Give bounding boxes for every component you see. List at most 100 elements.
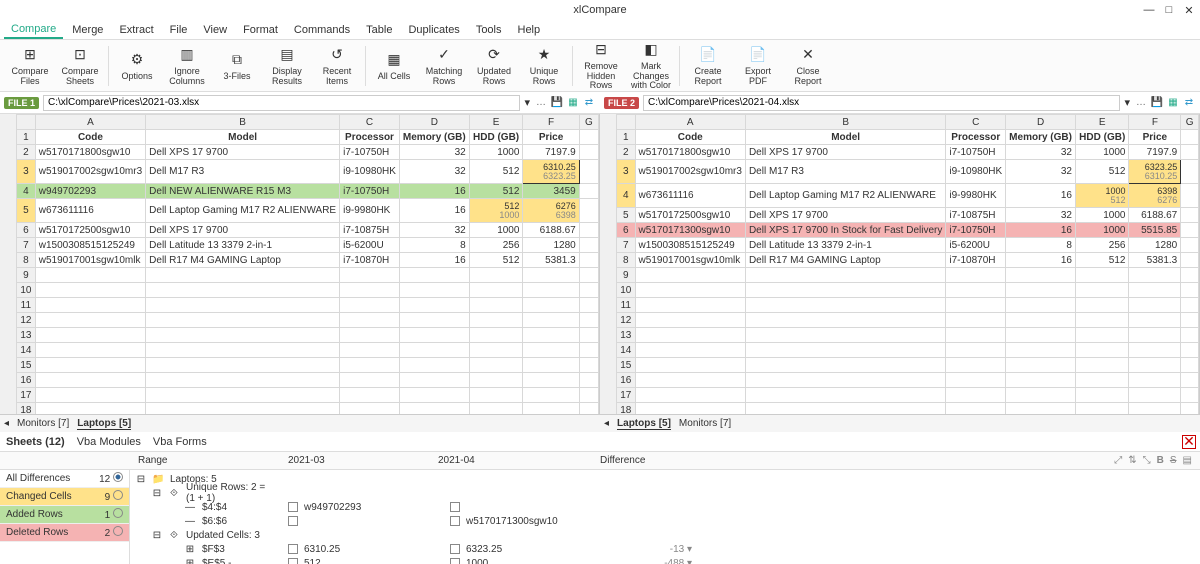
grid-cell[interactable]: w5170171800sgw10 bbox=[635, 145, 745, 160]
bottom-tab[interactable]: Vba Modules bbox=[77, 436, 141, 448]
row-header[interactable]: 4 bbox=[617, 184, 636, 208]
grid-cell[interactable] bbox=[1129, 343, 1181, 358]
row-header[interactable]: 17 bbox=[17, 388, 36, 403]
dropdown-icon[interactable]: ▾ bbox=[524, 96, 530, 109]
grid-cell[interactable] bbox=[579, 388, 598, 403]
grid-cell[interactable] bbox=[469, 283, 523, 298]
grid-cell[interactable] bbox=[399, 373, 469, 388]
grid-cell[interactable] bbox=[1075, 298, 1129, 313]
grid-cell[interactable]: 8 bbox=[399, 238, 469, 253]
column-header[interactable]: C bbox=[946, 115, 1006, 130]
grid-cell[interactable]: Dell M17 R3 bbox=[146, 160, 340, 184]
row-header[interactable]: 5 bbox=[17, 199, 36, 223]
grid-header-cell[interactable]: Memory (GB) bbox=[1006, 130, 1076, 145]
grid-cell[interactable] bbox=[523, 313, 579, 328]
menu-tools[interactable]: Tools bbox=[469, 22, 509, 38]
bottom-tab[interactable]: Sheets (12) bbox=[6, 436, 65, 448]
column-header[interactable]: F bbox=[1129, 115, 1181, 130]
more-icon[interactable]: … bbox=[534, 96, 548, 110]
grid-cell[interactable] bbox=[523, 388, 579, 403]
checkbox[interactable] bbox=[450, 516, 460, 526]
grid-cell[interactable] bbox=[946, 268, 1006, 283]
save-icon[interactable]: 💾 bbox=[550, 96, 564, 110]
grid-cell[interactable]: 256 bbox=[469, 238, 523, 253]
grid-header-cell[interactable]: Price bbox=[1129, 130, 1181, 145]
grid-cell[interactable] bbox=[1181, 358, 1199, 373]
grid-cell[interactable]: i7-10875H bbox=[340, 223, 400, 238]
bottom-tab[interactable]: Vba Forms bbox=[153, 436, 207, 448]
grid-cell[interactable]: 16 bbox=[399, 184, 469, 199]
row-header[interactable]: 10 bbox=[617, 283, 636, 298]
menu-commands[interactable]: Commands bbox=[287, 22, 357, 38]
grid-icon[interactable]: ▦ bbox=[566, 96, 580, 110]
grid-cell[interactable] bbox=[35, 343, 145, 358]
tool-icon[interactable]: ⤡ bbox=[1143, 455, 1151, 466]
close-panel-button[interactable]: ✕ bbox=[1182, 435, 1196, 449]
grid-cell[interactable] bbox=[579, 403, 598, 415]
grid-cell[interactable] bbox=[469, 313, 523, 328]
grid-cell[interactable]: Dell R17 M4 GAMING Laptop bbox=[745, 253, 945, 268]
grid-cell[interactable]: w673611116 bbox=[635, 184, 745, 208]
grid-cell[interactable] bbox=[745, 268, 945, 283]
grid-cell[interactable]: 1280 bbox=[1129, 238, 1181, 253]
row-header[interactable]: 7 bbox=[17, 238, 36, 253]
grid-cell[interactable] bbox=[146, 328, 340, 343]
checkbox[interactable] bbox=[450, 558, 460, 564]
grid-header-cell[interactable]: Code bbox=[635, 130, 745, 145]
grid-cell[interactable] bbox=[635, 403, 745, 415]
grid-cell[interactable] bbox=[1075, 373, 1129, 388]
grid-cell[interactable] bbox=[340, 328, 400, 343]
grid-cell[interactable] bbox=[1075, 343, 1129, 358]
grid-cell[interactable] bbox=[1129, 298, 1181, 313]
checkbox[interactable] bbox=[450, 544, 460, 554]
grid-cell[interactable] bbox=[35, 283, 145, 298]
grid-cell[interactable]: 7197.9 bbox=[523, 145, 579, 160]
tree-row[interactable]: ⊞$E$5 -5121000-488 ▾ bbox=[136, 556, 1194, 564]
grid-cell[interactable] bbox=[946, 313, 1006, 328]
grid-cell[interactable] bbox=[1129, 268, 1181, 283]
diff-tree[interactable]: ⊟📁Laptops: 5⊟⟐Unique Rows: 2 = (1 + 1)—$… bbox=[130, 470, 1200, 564]
grid-cell[interactable] bbox=[1181, 283, 1199, 298]
grid-cell[interactable] bbox=[35, 313, 145, 328]
scroll-left-icon[interactable]: ◂ bbox=[4, 418, 9, 429]
grid-cell[interactable] bbox=[1075, 403, 1129, 415]
grid-cell[interactable] bbox=[1075, 268, 1129, 283]
grid-cell[interactable]: 1000 bbox=[1075, 223, 1129, 238]
grid-cell[interactable]: w5170171800sgw10 bbox=[35, 145, 145, 160]
grid-cell[interactable] bbox=[1006, 343, 1076, 358]
tree-row[interactable]: ⊞$F$36310.256323.25-13 ▾ bbox=[136, 542, 1194, 556]
grid-cell[interactable] bbox=[523, 403, 579, 415]
grid-header-cell[interactable]: Code bbox=[35, 130, 145, 145]
column-header[interactable]: A bbox=[635, 115, 745, 130]
grid-cell[interactable]: 16 bbox=[1006, 223, 1076, 238]
grid-cell[interactable]: 512 bbox=[469, 160, 523, 184]
grid-cell[interactable] bbox=[579, 328, 598, 343]
grid-cell[interactable] bbox=[946, 373, 1006, 388]
grid-cell[interactable]: Dell XPS 17 9700 bbox=[146, 223, 340, 238]
grid-cell[interactable]: Dell XPS 17 9700 bbox=[146, 145, 340, 160]
grid-cell[interactable]: w673611116 bbox=[35, 199, 145, 223]
grid-cell[interactable]: 1000 bbox=[469, 223, 523, 238]
bottom-tabs[interactable]: Sheets (12) Vba Modules Vba Forms ✕ bbox=[0, 432, 1200, 452]
grid-cell[interactable] bbox=[1129, 388, 1181, 403]
grid-cell[interactable]: 5381.3 bbox=[1129, 253, 1181, 268]
grid-cell[interactable]: 32 bbox=[1006, 160, 1076, 184]
grid-header-cell[interactable]: HDD (GB) bbox=[469, 130, 523, 145]
file2-path-input[interactable] bbox=[643, 95, 1120, 111]
grid-cell[interactable]: Dell NEW ALIENWARE R15 M3 bbox=[146, 184, 340, 199]
grid-cell[interactable] bbox=[35, 328, 145, 343]
grid-cell[interactable] bbox=[946, 358, 1006, 373]
row-header[interactable]: 9 bbox=[617, 268, 636, 283]
grid-cell[interactable] bbox=[745, 388, 945, 403]
grid-cell[interactable]: w949702293 bbox=[35, 184, 145, 199]
grid-cell[interactable] bbox=[340, 373, 400, 388]
grid-cell[interactable]: w519017002sgw10mr3 bbox=[35, 160, 145, 184]
grid-cell[interactable] bbox=[635, 328, 745, 343]
grid-cell[interactable] bbox=[340, 298, 400, 313]
corner-cell[interactable] bbox=[617, 115, 636, 130]
grid-cell[interactable] bbox=[579, 283, 598, 298]
ribbon-create-report[interactable]: 📄CreateReport bbox=[684, 45, 732, 87]
maximize-button[interactable]: □ bbox=[1162, 4, 1176, 17]
grid-cell[interactable]: 32 bbox=[1006, 208, 1076, 223]
grid-cell[interactable]: i7-10750H bbox=[946, 145, 1006, 160]
